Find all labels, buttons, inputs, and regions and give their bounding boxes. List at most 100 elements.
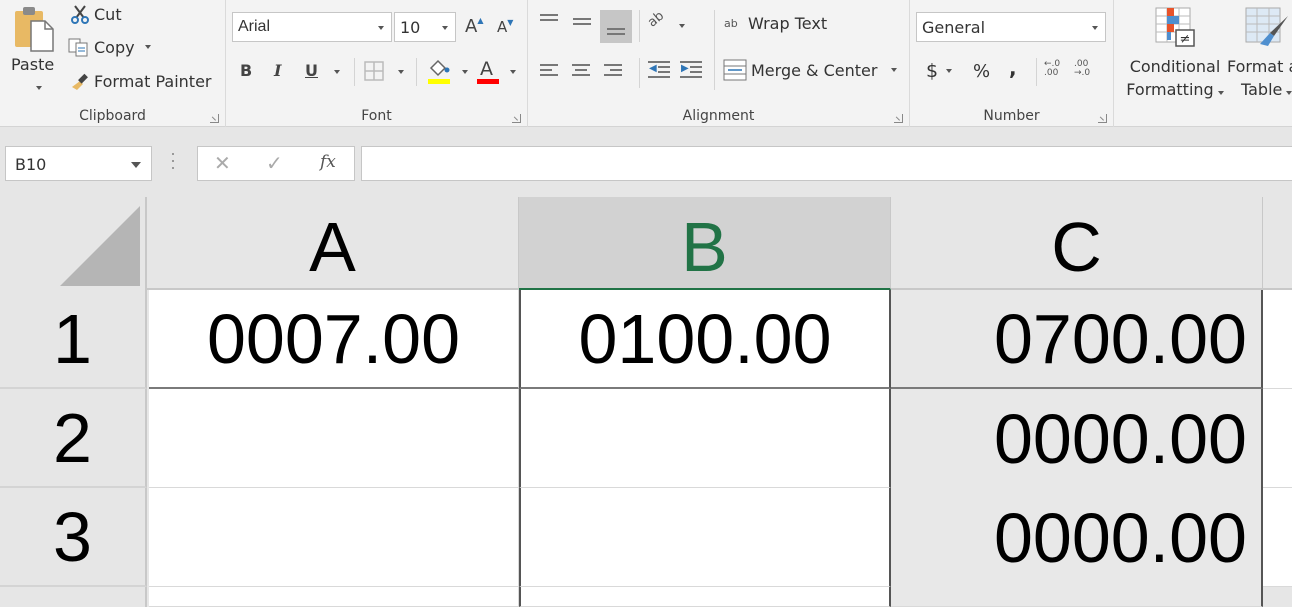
fill-color-button[interactable] xyxy=(426,58,452,86)
cell-d2[interactable] xyxy=(1263,389,1292,488)
cell-c4[interactable] xyxy=(891,587,1263,607)
font-group-label: Font xyxy=(361,108,392,124)
column-header-label: C xyxy=(1051,207,1102,286)
cell-c1[interactable]: 0700.00 xyxy=(891,290,1263,389)
conditional-formatting-button[interactable]: ≠ Conditional Formatting xyxy=(1119,4,1231,100)
font-color-swatch xyxy=(477,79,499,84)
format-as-table-button[interactable]: Format as Table xyxy=(1224,4,1292,100)
number-format-value: General xyxy=(922,17,986,37)
cell-a2[interactable] xyxy=(149,389,519,488)
column-header-d[interactable] xyxy=(1263,197,1292,290)
currency-icon: $ xyxy=(926,60,939,82)
increase-font-size-button[interactable]: A▲ xyxy=(465,16,483,37)
cancel-icon[interactable]: ✕ xyxy=(214,151,231,175)
font-color-button[interactable]: A xyxy=(476,58,500,86)
cell-d3[interactable] xyxy=(1263,488,1292,587)
cell-a4[interactable] xyxy=(149,587,519,607)
decrease-decimal-button[interactable]: .00 →.0 xyxy=(1074,60,1098,78)
cell-c2[interactable]: 0000.00 xyxy=(891,389,1263,488)
increase-decimal-button[interactable]: ←.0 .00 xyxy=(1044,60,1068,78)
font-size-dropdown[interactable]: 10 xyxy=(394,12,456,42)
bottom-align-button[interactable] xyxy=(600,10,632,43)
number-dialog-launcher-icon[interactable] xyxy=(1098,114,1107,123)
wrap-text-button[interactable]: ab Wrap Text xyxy=(724,14,827,33)
ribbon: Paste Cut Copy Format Painter Clipboard … xyxy=(0,0,1292,127)
row-header-4[interactable] xyxy=(0,587,147,607)
cell-a1[interactable]: 0007.00 xyxy=(149,290,519,389)
decrease-indent-button[interactable]: ◀ xyxy=(648,61,670,81)
borders-dropdown-icon[interactable] xyxy=(398,70,404,74)
orientation-dropdown-icon[interactable] xyxy=(679,24,685,28)
borders-icon[interactable] xyxy=(364,61,384,81)
underline-button[interactable]: U xyxy=(305,61,318,80)
separator xyxy=(714,10,715,90)
increase-indent-button[interactable]: ▶ xyxy=(680,61,702,81)
alignment-group: ab ◀ ▶ ab Wrap Text Merge & Center Align… xyxy=(528,0,910,127)
cell-b3[interactable] xyxy=(519,488,891,587)
top-align-icon[interactable] xyxy=(540,14,558,24)
cut-button[interactable]: Cut xyxy=(70,4,122,24)
select-all-button[interactable] xyxy=(0,197,147,290)
styles-group: ≠ Conditional Formatting Format as Table xyxy=(1114,0,1292,127)
name-box[interactable]: B10 xyxy=(5,146,152,181)
orientation-button[interactable]: ab xyxy=(645,9,667,31)
middle-align-icon[interactable] xyxy=(573,18,591,28)
column-header-a[interactable]: A xyxy=(147,197,519,290)
separator xyxy=(416,58,417,86)
alignment-group-label: Alignment xyxy=(682,108,755,124)
row-header-1[interactable]: 1 xyxy=(0,290,147,389)
alignment-dialog-launcher-icon[interactable] xyxy=(894,114,903,123)
font-dialog-launcher-icon[interactable] xyxy=(512,114,521,123)
column-header-b[interactable]: B xyxy=(519,197,891,290)
cell-d1[interactable] xyxy=(1263,290,1292,389)
bold-icon: B xyxy=(240,61,253,80)
number-format-dropdown[interactable]: General xyxy=(916,12,1106,42)
fill-color-swatch xyxy=(428,79,450,84)
format-as-table-label-line1: Format as xyxy=(1227,57,1292,76)
formula-bar-resize-handle[interactable] xyxy=(172,153,175,174)
bottom-align-icon xyxy=(607,28,625,38)
font-name-value: Arial xyxy=(238,18,271,35)
clipboard-dialog-launcher-icon[interactable] xyxy=(210,114,219,123)
insert-function-icon[interactable]: fx xyxy=(320,152,336,172)
conditional-formatting-label-line1: Conditional xyxy=(1129,57,1221,76)
currency-button[interactable]: $ xyxy=(926,60,953,82)
decrease-font-size-button[interactable]: A▼ xyxy=(497,18,513,36)
bold-button[interactable]: B xyxy=(240,61,252,80)
currency-dropdown-icon[interactable] xyxy=(946,69,953,73)
row-header-2[interactable]: 2 xyxy=(0,389,147,488)
format-painter-button[interactable]: Format Painter xyxy=(70,71,211,91)
formula-input[interactable] xyxy=(361,146,1292,181)
cell-value: 0000.00 xyxy=(993,399,1247,478)
comma-style-button[interactable]: , xyxy=(1009,56,1017,80)
align-center-icon[interactable] xyxy=(572,64,590,79)
merge-center-button[interactable]: Merge & Center xyxy=(723,59,898,81)
cell-value: 0700.00 xyxy=(993,299,1247,378)
merge-center-dropdown-icon[interactable] xyxy=(891,68,898,72)
align-right-icon[interactable] xyxy=(604,64,622,79)
decrease-decimal-icon: .00 →.0 xyxy=(1074,59,1091,78)
enter-icon[interactable]: ✓ xyxy=(266,151,283,175)
font-color-dropdown-icon[interactable] xyxy=(510,70,516,74)
font-size-value: 10 xyxy=(400,17,421,37)
copy-dropdown-icon[interactable] xyxy=(144,45,151,49)
italic-button[interactable]: I xyxy=(274,61,281,80)
underline-dropdown-icon[interactable] xyxy=(334,70,340,74)
cell-c3[interactable]: 0000.00 xyxy=(891,488,1263,587)
paste-dropdown-icon[interactable] xyxy=(36,86,42,90)
cell-b2[interactable] xyxy=(519,389,891,488)
separator xyxy=(354,58,355,86)
wrap-text-label: Wrap Text xyxy=(748,14,828,33)
fill-color-dropdown-icon[interactable] xyxy=(462,70,468,74)
cell-b1[interactable]: 0100.00 xyxy=(519,290,891,389)
cell-b4[interactable] xyxy=(519,587,891,607)
chevron-down-icon[interactable] xyxy=(131,162,141,168)
row-header-3[interactable]: 3 xyxy=(0,488,147,587)
chevron-down-icon xyxy=(378,26,384,30)
copy-button[interactable]: Copy xyxy=(68,37,151,57)
align-left-icon[interactable] xyxy=(540,64,558,79)
column-header-c[interactable]: C xyxy=(891,197,1263,290)
cell-a3[interactable] xyxy=(149,488,519,587)
font-name-dropdown[interactable]: Arial xyxy=(232,12,392,42)
percent-button[interactable]: % xyxy=(973,61,990,82)
